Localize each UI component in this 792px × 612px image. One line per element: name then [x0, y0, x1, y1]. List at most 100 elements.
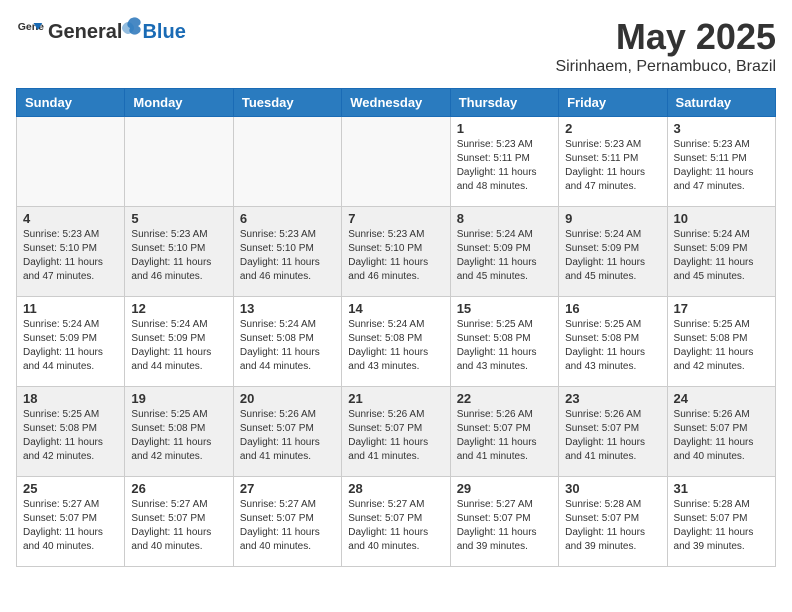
week-row-2: 4Sunrise: 5:23 AM Sunset: 5:10 PM Daylig…	[17, 207, 776, 297]
day-cell: 12 Sunrise: 5:24 AM Sunset: 5:09 PM Dayli…	[125, 297, 233, 387]
day-info: Sunrise: 5:23 AM Sunset: 5:11 PM Dayligh…	[457, 138, 552, 194]
day-cell: 1 Sunrise: 5:23 AM Sunset: 5:11 PM Daylig…	[450, 117, 558, 207]
month-title: May 2025	[555, 16, 776, 58]
day-info: Sunrise: 5:27 AM Sunset: 5:07 PM Dayligh…	[23, 498, 118, 554]
day-number: 29	[457, 481, 552, 496]
day-number: 18	[23, 391, 118, 406]
weekday-header-saturday: Saturday	[667, 89, 775, 117]
day-info: Sunrise: 5:23 AM Sunset: 5:11 PM Dayligh…	[565, 138, 660, 194]
day-cell: 30 Sunrise: 5:28 AM Sunset: 5:07 PM Dayli…	[559, 477, 667, 567]
day-cell: 5 Sunrise: 5:23 AM Sunset: 5:10 PM Daylig…	[125, 207, 233, 297]
day-cell: 31Sunrise: 5:28 AM Sunset: 5:07 PM Dayli…	[667, 477, 775, 567]
day-number: 30	[565, 481, 660, 496]
day-info: Sunrise: 5:25 AM Sunset: 5:08 PM Dayligh…	[23, 408, 118, 464]
day-number: 16	[565, 301, 660, 316]
day-number: 5	[131, 211, 226, 226]
week-row-4: 18 Sunrise: 5:25 AM Sunset: 5:08 PM Dayli…	[17, 387, 776, 477]
location: Sirinhaem, Pernambuco, Brazil	[555, 58, 776, 76]
day-info: Sunrise: 5:25 AM Sunset: 5:08 PM Dayligh…	[131, 408, 226, 464]
logo-blue: Blue	[142, 21, 185, 44]
day-number: 10	[674, 211, 769, 226]
weekday-header-tuesday: Tuesday	[233, 89, 341, 117]
weekday-header-wednesday: Wednesday	[342, 89, 450, 117]
day-info: Sunrise: 5:24 AM Sunset: 5:08 PM Dayligh…	[348, 318, 443, 374]
day-number: 17	[674, 301, 769, 316]
calendar-table: SundayMondayTuesdayWednesdayThursdayFrid…	[16, 88, 776, 567]
day-info: Sunrise: 5:23 AM Sunset: 5:10 PM Dayligh…	[348, 228, 443, 284]
day-cell: 19 Sunrise: 5:25 AM Sunset: 5:08 PM Dayli…	[125, 387, 233, 477]
day-info: Sunrise: 5:28 AM Sunset: 5:07 PM Dayligh…	[565, 498, 660, 554]
day-info: Sunrise: 5:27 AM Sunset: 5:07 PM Dayligh…	[348, 498, 443, 554]
day-info: Sunrise: 5:25 AM Sunset: 5:08 PM Dayligh…	[457, 318, 552, 374]
day-number: 21	[348, 391, 443, 406]
day-cell: 26 Sunrise: 5:27 AM Sunset: 5:07 PM Dayli…	[125, 477, 233, 567]
day-number: 23	[565, 391, 660, 406]
day-number: 2	[565, 121, 660, 136]
week-row-5: 25 Sunrise: 5:27 AM Sunset: 5:07 PM Dayli…	[17, 477, 776, 567]
day-cell: 29 Sunrise: 5:27 AM Sunset: 5:07 PM Dayli…	[450, 477, 558, 567]
day-cell: 22Sunrise: 5:26 AM Sunset: 5:07 PM Dayli…	[450, 387, 558, 477]
weekday-header-row: SundayMondayTuesdayWednesdayThursdayFrid…	[17, 89, 776, 117]
day-number: 14	[348, 301, 443, 316]
day-number: 11	[23, 301, 118, 316]
day-info: Sunrise: 5:24 AM Sunset: 5:09 PM Dayligh…	[23, 318, 118, 374]
day-cell: 18 Sunrise: 5:25 AM Sunset: 5:08 PM Dayli…	[17, 387, 125, 477]
day-info: Sunrise: 5:23 AM Sunset: 5:10 PM Dayligh…	[23, 228, 118, 284]
day-info: Sunrise: 5:24 AM Sunset: 5:09 PM Dayligh…	[457, 228, 552, 284]
day-info: Sunrise: 5:24 AM Sunset: 5:09 PM Dayligh…	[131, 318, 226, 374]
day-cell: 11 Sunrise: 5:24 AM Sunset: 5:09 PM Dayli…	[17, 297, 125, 387]
day-cell: 6Sunrise: 5:23 AM Sunset: 5:10 PM Daylig…	[233, 207, 341, 297]
svg-text:General: General	[18, 21, 44, 33]
day-cell: 23 Sunrise: 5:26 AM Sunset: 5:07 PM Dayli…	[559, 387, 667, 477]
day-info: Sunrise: 5:26 AM Sunset: 5:07 PM Dayligh…	[240, 408, 335, 464]
day-cell	[125, 117, 233, 207]
day-number: 3	[674, 121, 769, 136]
day-cell: 25 Sunrise: 5:27 AM Sunset: 5:07 PM Dayli…	[17, 477, 125, 567]
day-number: 25	[23, 481, 118, 496]
logo-icon: General	[16, 16, 44, 44]
day-cell: 8 Sunrise: 5:24 AM Sunset: 5:09 PM Daylig…	[450, 207, 558, 297]
day-number: 9	[565, 211, 660, 226]
day-number: 1	[457, 121, 552, 136]
day-cell: 27 Sunrise: 5:27 AM Sunset: 5:07 PM Dayli…	[233, 477, 341, 567]
day-number: 28	[348, 481, 443, 496]
day-info: Sunrise: 5:23 AM Sunset: 5:10 PM Dayligh…	[131, 228, 226, 284]
day-number: 12	[131, 301, 226, 316]
day-number: 27	[240, 481, 335, 496]
day-number: 8	[457, 211, 552, 226]
day-cell: 14 Sunrise: 5:24 AM Sunset: 5:08 PM Dayli…	[342, 297, 450, 387]
day-number: 13	[240, 301, 335, 316]
day-info: Sunrise: 5:27 AM Sunset: 5:07 PM Dayligh…	[457, 498, 552, 554]
day-info: Sunrise: 5:27 AM Sunset: 5:07 PM Dayligh…	[240, 498, 335, 554]
day-info: Sunrise: 5:26 AM Sunset: 5:07 PM Dayligh…	[565, 408, 660, 464]
day-number: 26	[131, 481, 226, 496]
weekday-header-sunday: Sunday	[17, 89, 125, 117]
day-cell: 9Sunrise: 5:24 AM Sunset: 5:09 PM Daylig…	[559, 207, 667, 297]
day-cell: 4Sunrise: 5:23 AM Sunset: 5:10 PM Daylig…	[17, 207, 125, 297]
day-cell: 3 Sunrise: 5:23 AM Sunset: 5:11 PM Daylig…	[667, 117, 775, 207]
day-number: 31	[674, 481, 769, 496]
logo-wave-icon	[122, 16, 142, 38]
weekday-header-friday: Friday	[559, 89, 667, 117]
day-info: Sunrise: 5:23 AM Sunset: 5:10 PM Dayligh…	[240, 228, 335, 284]
day-info: Sunrise: 5:26 AM Sunset: 5:07 PM Dayligh…	[348, 408, 443, 464]
logo-general: General	[48, 21, 122, 44]
day-cell: 10 Sunrise: 5:24 AM Sunset: 5:09 PM Dayli…	[667, 207, 775, 297]
day-cell: 16 Sunrise: 5:25 AM Sunset: 5:08 PM Dayli…	[559, 297, 667, 387]
day-number: 24	[674, 391, 769, 406]
day-info: Sunrise: 5:23 AM Sunset: 5:11 PM Dayligh…	[674, 138, 769, 194]
day-number: 20	[240, 391, 335, 406]
day-cell: 24 Sunrise: 5:26 AM Sunset: 5:07 PM Dayli…	[667, 387, 775, 477]
day-cell	[233, 117, 341, 207]
day-cell: 21 Sunrise: 5:26 AM Sunset: 5:07 PM Dayli…	[342, 387, 450, 477]
day-cell: 20 Sunrise: 5:26 AM Sunset: 5:07 PM Dayli…	[233, 387, 341, 477]
day-number: 7	[348, 211, 443, 226]
day-info: Sunrise: 5:25 AM Sunset: 5:08 PM Dayligh…	[565, 318, 660, 374]
day-cell: 13Sunrise: 5:24 AM Sunset: 5:08 PM Dayli…	[233, 297, 341, 387]
day-number: 19	[131, 391, 226, 406]
day-info: Sunrise: 5:24 AM Sunset: 5:09 PM Dayligh…	[674, 228, 769, 284]
day-cell	[342, 117, 450, 207]
day-info: Sunrise: 5:27 AM Sunset: 5:07 PM Dayligh…	[131, 498, 226, 554]
day-info: Sunrise: 5:26 AM Sunset: 5:07 PM Dayligh…	[457, 408, 552, 464]
day-info: Sunrise: 5:26 AM Sunset: 5:07 PM Dayligh…	[674, 408, 769, 464]
